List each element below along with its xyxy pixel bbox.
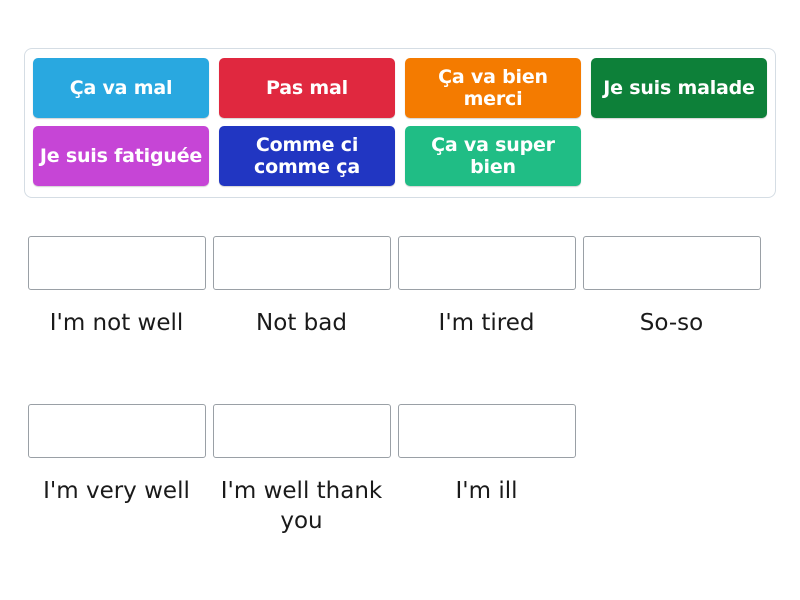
answer-row-2: I'm very well I'm well thank you I'm ill: [24, 404, 776, 536]
tile-je-suis-malade[interactable]: Je suis malade: [591, 58, 767, 118]
tile-ca-va-bien-merci[interactable]: Ça va bien merci: [405, 58, 581, 118]
tile-label: Ça va mal: [69, 77, 173, 99]
answer-label: I'm tired: [438, 310, 535, 336]
dropzone-im-tired[interactable]: [397, 236, 576, 290]
answer-cell-so-so: So-so: [579, 236, 764, 338]
dropzone-im-well-thank-you[interactable]: [212, 404, 391, 458]
answer-cell-im-ill: I'm ill: [394, 404, 579, 536]
tile-label: Pas mal: [266, 77, 348, 99]
answer-label: So-so: [639, 310, 704, 336]
answer-label: I'm well thank you: [220, 478, 383, 534]
tile-ca-va-super-bien[interactable]: Ça va super bien: [405, 126, 581, 186]
tile-label: Je suis malade: [603, 77, 755, 99]
answer-label: I'm not well: [49, 310, 184, 336]
tile-je-suis-fatiguee[interactable]: Je suis fatiguée: [33, 126, 209, 186]
answer-label: Not bad: [256, 310, 347, 336]
tile-pas-mal[interactable]: Pas mal: [219, 58, 395, 118]
tile-label: Ça va bien merci: [438, 66, 548, 110]
answer-cell-im-very-well: I'm very well: [24, 404, 209, 536]
answer-cell-im-tired: I'm tired: [394, 236, 579, 338]
dropzone-im-very-well[interactable]: [27, 404, 206, 458]
answer-cell-empty-slot: [579, 404, 764, 536]
dropzone-im-ill[interactable]: [397, 404, 576, 458]
answer-cell-im-well-thank-you: I'm well thank you: [209, 404, 394, 536]
answer-label: I'm very well: [43, 478, 190, 504]
tile-label: Comme ci comme ça: [254, 134, 360, 178]
tile-ca-va-mal[interactable]: Ça va mal: [33, 58, 209, 118]
tile-row-1: Ça va mal Pas mal Ça va bien merci Je su…: [33, 58, 767, 118]
dropzone-so-so[interactable]: [582, 236, 761, 290]
answer-label: I'm ill: [455, 478, 518, 504]
tile-comme-ci-comme-ca[interactable]: Comme ci comme ça: [219, 126, 395, 186]
answer-cell-not-bad: Not bad: [209, 236, 394, 338]
tile-label: Je suis fatiguée: [39, 145, 203, 167]
tile-row-2: Je suis fatiguée Comme ci comme ça Ça va…: [33, 126, 767, 186]
answer-row-1: I'm not well Not bad I'm tired So-so: [24, 236, 776, 338]
dropzone-not-bad[interactable]: [212, 236, 391, 290]
tile-label: Ça va super bien: [431, 134, 555, 178]
answer-cell-im-not-well: I'm not well: [24, 236, 209, 338]
dropzone-im-not-well[interactable]: [27, 236, 206, 290]
tile-bank-panel: Ça va mal Pas mal Ça va bien merci Je su…: [24, 48, 776, 198]
